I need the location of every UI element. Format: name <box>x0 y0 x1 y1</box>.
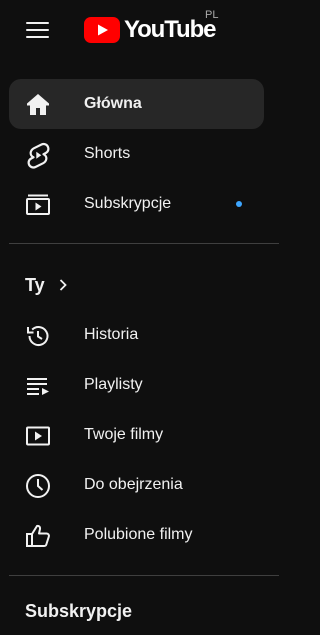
sidebar-item-shorts[interactable]: Shorts <box>9 129 264 179</box>
sidebar-item-label: Playlisty <box>84 376 143 393</box>
liked-videos-icon <box>26 524 50 547</box>
subscriptions-icon <box>26 194 50 215</box>
sidebar-item-history[interactable]: Historia <box>9 310 264 360</box>
your-videos-icon <box>26 426 50 446</box>
sidebar-item-your-videos[interactable]: Twoje filmy <box>9 410 264 460</box>
youtube-logo[interactable]: YouTube <box>84 16 217 44</box>
youtube-play-logo-icon <box>84 17 120 43</box>
chevron-right-icon <box>59 279 67 291</box>
sidebar-item-label: Shorts <box>84 145 131 162</box>
new-content-badge <box>236 201 242 207</box>
divider <box>9 243 279 244</box>
sidebar-item-label: Historia <box>84 326 139 343</box>
section-title: Subskrypcje <box>25 601 133 621</box>
logo-wordmark: YouTube <box>124 16 217 43</box>
home-icon <box>27 94 49 115</box>
playlists-icon <box>27 378 49 395</box>
sidebar-item-playlists[interactable]: Playlisty <box>9 360 264 410</box>
watch-later-icon <box>26 474 50 498</box>
you-section-header[interactable]: Ty <box>25 272 69 298</box>
sidebar-item-home[interactable]: Główna <box>9 79 264 129</box>
menu-icon[interactable] <box>25 18 51 42</box>
sidebar-item-label: Subskrypcje <box>84 195 172 212</box>
region-code: PL <box>205 9 219 21</box>
sidebar-item-label: Główna <box>84 95 142 112</box>
sidebar-item-watch-later[interactable]: Do obejrzenia <box>9 460 264 510</box>
history-icon <box>27 326 49 347</box>
masthead: YouTube PL <box>0 0 303 62</box>
divider <box>9 575 279 576</box>
sidebar-item-label: Twoje filmy <box>84 426 164 443</box>
sidebar-item-label: Polubione filmy <box>84 526 193 543</box>
sidebar-item-subscriptions[interactable]: Subskrypcje <box>9 179 264 229</box>
sidebar-item-label: Do obejrzenia <box>84 476 183 493</box>
sidebar-item-liked-videos[interactable]: Polubione filmy <box>9 510 264 560</box>
shorts-icon <box>27 142 50 169</box>
section-title: Ty <box>25 274 45 295</box>
